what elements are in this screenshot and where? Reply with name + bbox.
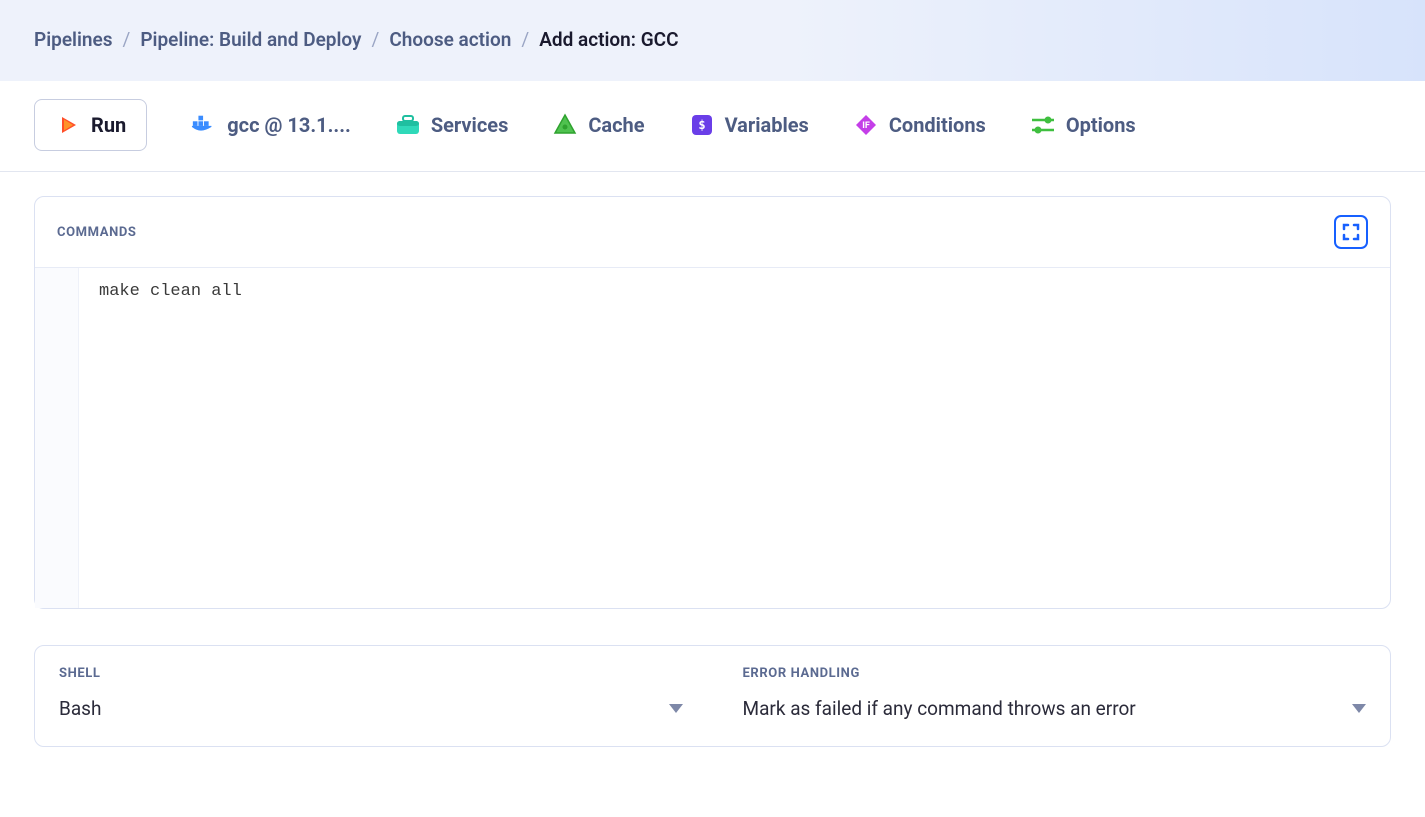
breadcrumb-pipelines[interactable]: Pipelines (34, 28, 113, 51)
svg-text:$: $ (698, 118, 705, 132)
tab-conditions-label: Conditions (889, 113, 986, 137)
tabbar: Run gcc @ 13.1.... Services Cache $ Vari… (0, 81, 1425, 172)
error-handling-column: ERROR HANDLING Mark as failed if any com… (743, 666, 1367, 720)
chevron-down-icon (669, 704, 683, 713)
shell-column: SHELL Bash (59, 666, 683, 720)
options-panel: SHELL Bash ERROR HANDLING Mark as failed… (34, 645, 1391, 747)
breadcrumb: Pipelines / Pipeline: Build and Deploy /… (34, 28, 1391, 51)
breadcrumb-sep: / (371, 28, 379, 51)
breadcrumb-sep: / (123, 28, 131, 51)
breadcrumb-sep: / (521, 28, 529, 51)
tab-options[interactable]: Options (1030, 112, 1136, 138)
docker-icon (191, 112, 217, 138)
shell-label: SHELL (59, 666, 683, 681)
sliders-icon (1030, 112, 1056, 138)
breadcrumb-pipeline[interactable]: Pipeline: Build and Deploy (140, 28, 361, 51)
code-editor[interactable]: make clean all (35, 268, 1390, 608)
toolbox-icon (395, 112, 421, 138)
play-icon (55, 112, 81, 138)
tab-image-label: gcc @ 13.1.... (227, 113, 351, 137)
tab-variables-label: Variables (725, 113, 809, 137)
tab-services[interactable]: Services (395, 112, 509, 138)
error-handling-value: Mark as failed if any command throws an … (743, 697, 1136, 720)
tab-run-label: Run (91, 113, 126, 137)
conditions-icon: IF (853, 112, 879, 138)
svg-text:IF: IF (862, 121, 870, 131)
editor-gutter (35, 268, 79, 608)
expand-button[interactable] (1334, 215, 1368, 249)
tab-cache[interactable]: Cache (552, 112, 644, 138)
tab-image[interactable]: gcc @ 13.1.... (191, 112, 351, 138)
cache-icon (552, 112, 578, 138)
commands-panel: COMMANDS make clean all (34, 196, 1391, 609)
error-handling-select[interactable]: Mark as failed if any command throws an … (743, 697, 1367, 720)
shell-select[interactable]: Bash (59, 697, 683, 720)
commands-header: COMMANDS (35, 197, 1390, 268)
variables-icon: $ (689, 112, 715, 138)
tab-services-label: Services (431, 113, 509, 137)
tab-run[interactable]: Run (34, 99, 147, 151)
tab-conditions[interactable]: IF Conditions (853, 112, 986, 138)
tab-options-label: Options (1066, 113, 1136, 137)
chevron-down-icon (1352, 704, 1366, 713)
breadcrumb-choose-action[interactable]: Choose action (389, 28, 511, 51)
breadcrumb-current: Add action: GCC (539, 28, 678, 51)
content: COMMANDS make clean all SHELL Bash ERROR… (0, 172, 1425, 771)
editor-code[interactable]: make clean all (79, 268, 1390, 608)
shell-value: Bash (59, 697, 101, 720)
commands-label: COMMANDS (57, 225, 137, 240)
fullscreen-icon (1342, 223, 1360, 241)
tab-cache-label: Cache (588, 113, 644, 137)
header: Pipelines / Pipeline: Build and Deploy /… (0, 0, 1425, 81)
error-handling-label: ERROR HANDLING (743, 666, 1367, 681)
tab-variables[interactable]: $ Variables (689, 112, 809, 138)
